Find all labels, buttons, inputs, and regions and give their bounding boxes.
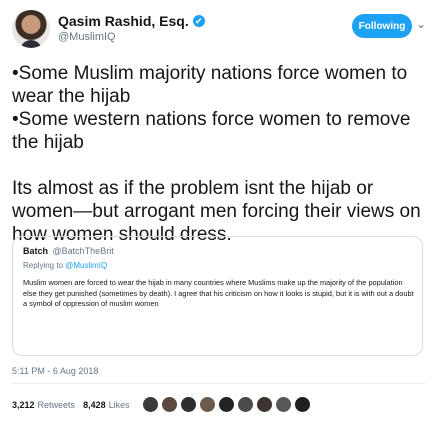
- divider: [12, 383, 425, 384]
- following-button[interactable]: Following: [352, 14, 412, 38]
- avatar[interactable]: [12, 10, 50, 48]
- tweet-line: •Some Muslim majority nations force wome…: [12, 63, 408, 107]
- tweet-timestamp[interactable]: 5:11 PM - 6 Aug 2018: [12, 366, 98, 376]
- retweets-label[interactable]: Retweets: [38, 400, 76, 410]
- tweet-header: Qasim Rashid, Esq. ✔ @MuslimIQ Following…: [12, 10, 426, 50]
- author-handle[interactable]: @MuslimIQ: [58, 31, 116, 43]
- replying-to-handle[interactable]: @MuslimIQ: [65, 261, 107, 270]
- chevron-down-icon[interactable]: ⌄: [416, 17, 426, 31]
- tweet-line: •Some western nations force women to rem…: [12, 109, 411, 153]
- author-name-row: Qasim Rashid, Esq. ✔: [58, 13, 205, 29]
- likes-label[interactable]: Likes: [109, 400, 130, 410]
- liker-avatar[interactable]: [255, 396, 273, 413]
- retweets-count[interactable]: 3,212: [12, 400, 35, 410]
- liker-avatars: [141, 396, 311, 413]
- quoted-tweet-body: Muslim women are forced to wear the hija…: [23, 278, 414, 308]
- likes-count[interactable]: 8,428: [83, 400, 106, 410]
- liker-avatar[interactable]: [274, 396, 292, 413]
- verified-badge-icon: ✔: [192, 15, 205, 27]
- liker-avatar[interactable]: [236, 396, 254, 413]
- quoted-tweet-author: Batch @BatchTheBrit: [23, 246, 114, 256]
- quoted-author-name: Batch: [23, 246, 49, 256]
- liker-avatar[interactable]: [160, 396, 178, 413]
- liker-avatar[interactable]: [217, 396, 235, 413]
- liker-avatar[interactable]: [179, 396, 197, 413]
- author-display-name[interactable]: Qasim Rashid, Esq.: [58, 13, 189, 29]
- liker-avatar[interactable]: [198, 396, 216, 413]
- tweet-text: •Some Muslim majority nations force wome…: [12, 62, 425, 246]
- liker-avatar[interactable]: [141, 396, 159, 413]
- replying-to-label: Replying to: [23, 261, 64, 270]
- engagement-stats: 3,212 Retweets 8,428 Likes: [12, 396, 311, 413]
- replying-to: Replying to @MuslimIQ: [23, 261, 107, 270]
- quoted-tweet-card[interactable]: Batch @BatchTheBrit Replying to @MuslimI…: [12, 236, 423, 356]
- liker-avatar[interactable]: [293, 396, 311, 413]
- quoted-author-handle: @BatchTheBrit: [52, 246, 114, 256]
